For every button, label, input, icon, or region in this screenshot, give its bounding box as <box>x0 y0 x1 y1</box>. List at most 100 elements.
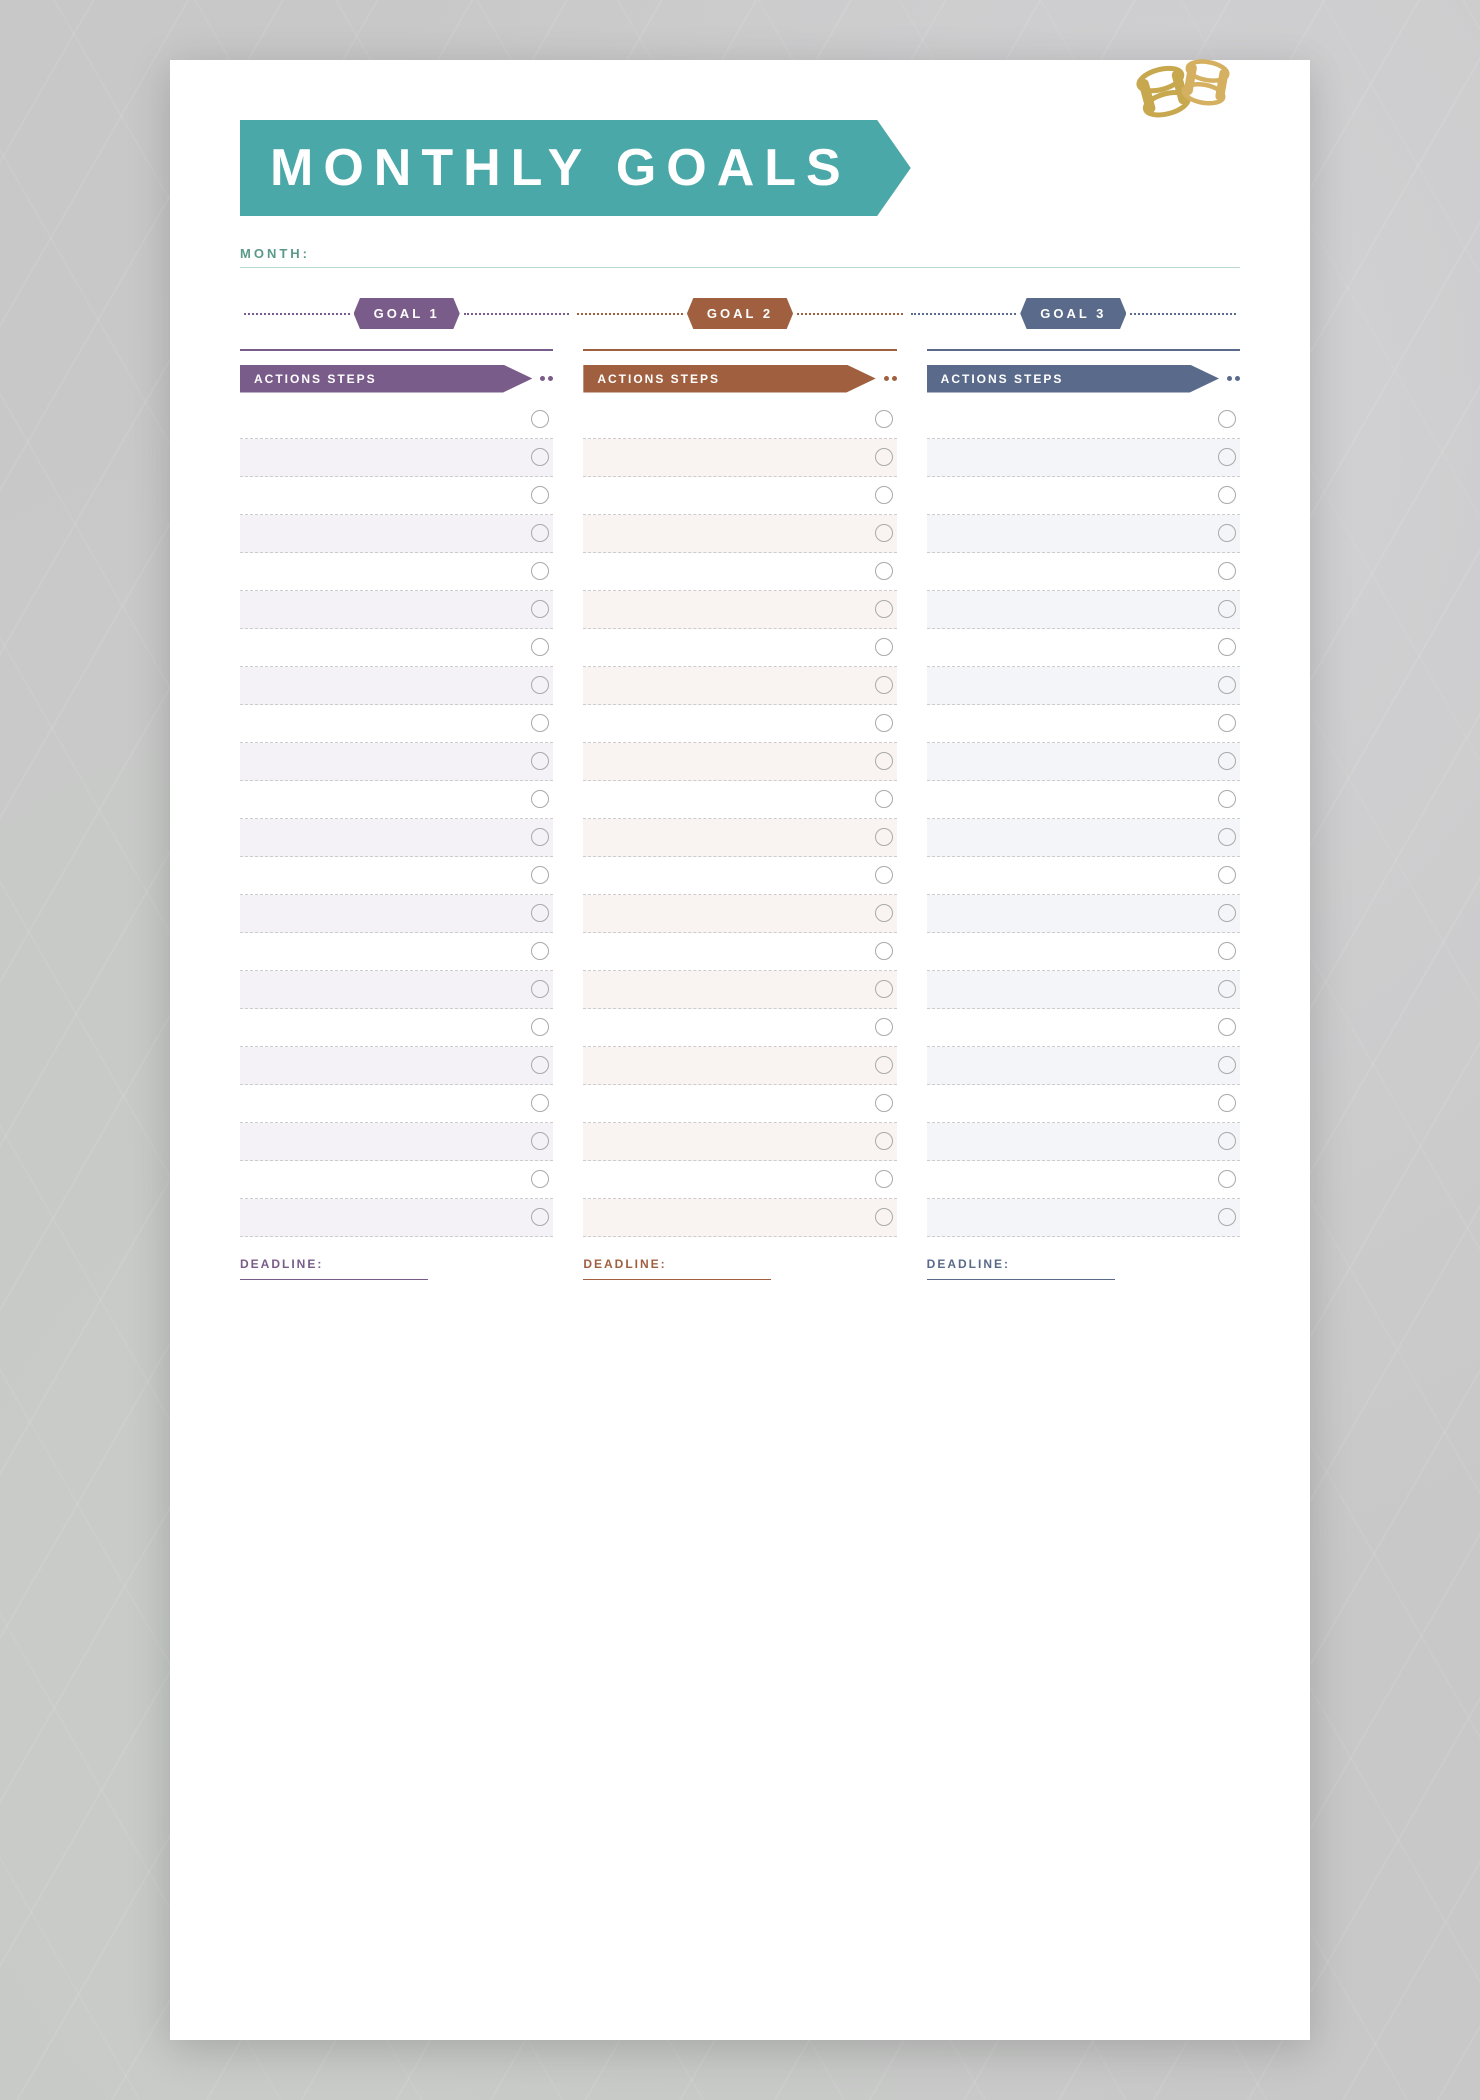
col3-row-2[interactable] <box>927 439 1240 477</box>
col3-row-19[interactable] <box>927 1085 1240 1123</box>
col1-check-15[interactable] <box>531 942 549 960</box>
col1-check-22[interactable] <box>531 1208 549 1226</box>
col3-row-10[interactable] <box>927 743 1240 781</box>
col2-row-4[interactable] <box>583 515 896 553</box>
col2-check-14[interactable] <box>875 904 893 922</box>
col3-row-5[interactable] <box>927 553 1240 591</box>
col2-row-9[interactable] <box>583 705 896 743</box>
col1-row-18[interactable] <box>240 1047 553 1085</box>
col2-check-15[interactable] <box>875 942 893 960</box>
col1-row-6[interactable] <box>240 591 553 629</box>
col2-row-21[interactable] <box>583 1161 896 1199</box>
col1-row-9[interactable] <box>240 705 553 743</box>
col3-row-15[interactable] <box>927 933 1240 971</box>
col2-row-11[interactable] <box>583 781 896 819</box>
col2-check-20[interactable] <box>875 1132 893 1150</box>
col3-check-4[interactable] <box>1218 524 1236 542</box>
col3-check-22[interactable] <box>1218 1208 1236 1226</box>
col3-check-7[interactable] <box>1218 638 1236 656</box>
col1-check-9[interactable] <box>531 714 549 732</box>
col3-check-18[interactable] <box>1218 1056 1236 1074</box>
col3-check-8[interactable] <box>1218 676 1236 694</box>
col3-check-1[interactable] <box>1218 410 1236 428</box>
col2-row-16[interactable] <box>583 971 896 1009</box>
col1-check-3[interactable] <box>531 486 549 504</box>
col1-row-11[interactable] <box>240 781 553 819</box>
col1-check-6[interactable] <box>531 600 549 618</box>
col1-check-1[interactable] <box>531 410 549 428</box>
col3-row-9[interactable] <box>927 705 1240 743</box>
col2-check-5[interactable] <box>875 562 893 580</box>
col1-row-4[interactable] <box>240 515 553 553</box>
col1-check-2[interactable] <box>531 448 549 466</box>
col3-check-16[interactable] <box>1218 980 1236 998</box>
col3-check-13[interactable] <box>1218 866 1236 884</box>
col2-row-10[interactable] <box>583 743 896 781</box>
col2-row-20[interactable] <box>583 1123 896 1161</box>
col1-check-20[interactable] <box>531 1132 549 1150</box>
col3-check-20[interactable] <box>1218 1132 1236 1150</box>
col2-row-7[interactable] <box>583 629 896 667</box>
col3-check-5[interactable] <box>1218 562 1236 580</box>
col2-row-1[interactable] <box>583 401 896 439</box>
col1-check-4[interactable] <box>531 524 549 542</box>
col3-row-1[interactable] <box>927 401 1240 439</box>
col3-row-11[interactable] <box>927 781 1240 819</box>
col2-row-19[interactable] <box>583 1085 896 1123</box>
col3-row-17[interactable] <box>927 1009 1240 1047</box>
col2-check-1[interactable] <box>875 410 893 428</box>
col3-check-21[interactable] <box>1218 1170 1236 1188</box>
col2-check-19[interactable] <box>875 1094 893 1112</box>
col2-check-10[interactable] <box>875 752 893 770</box>
col3-row-16[interactable] <box>927 971 1240 1009</box>
col3-check-19[interactable] <box>1218 1094 1236 1112</box>
col1-row-19[interactable] <box>240 1085 553 1123</box>
col2-row-17[interactable] <box>583 1009 896 1047</box>
col1-row-16[interactable] <box>240 971 553 1009</box>
col3-row-14[interactable] <box>927 895 1240 933</box>
col1-check-12[interactable] <box>531 828 549 846</box>
col3-row-4[interactable] <box>927 515 1240 553</box>
col2-row-13[interactable] <box>583 857 896 895</box>
col3-row-18[interactable] <box>927 1047 1240 1085</box>
col1-row-10[interactable] <box>240 743 553 781</box>
col1-check-18[interactable] <box>531 1056 549 1074</box>
col1-check-16[interactable] <box>531 980 549 998</box>
col3-check-6[interactable] <box>1218 600 1236 618</box>
col3-row-6[interactable] <box>927 591 1240 629</box>
col2-row-14[interactable] <box>583 895 896 933</box>
col3-check-10[interactable] <box>1218 752 1236 770</box>
col3-row-13[interactable] <box>927 857 1240 895</box>
col2-check-6[interactable] <box>875 600 893 618</box>
col2-row-2[interactable] <box>583 439 896 477</box>
col2-check-7[interactable] <box>875 638 893 656</box>
col1-check-10[interactable] <box>531 752 549 770</box>
col1-row-5[interactable] <box>240 553 553 591</box>
col1-row-2[interactable] <box>240 439 553 477</box>
col2-check-21[interactable] <box>875 1170 893 1188</box>
col1-row-14[interactable] <box>240 895 553 933</box>
col1-check-7[interactable] <box>531 638 549 656</box>
col2-check-9[interactable] <box>875 714 893 732</box>
col3-check-17[interactable] <box>1218 1018 1236 1036</box>
col1-check-13[interactable] <box>531 866 549 884</box>
col2-row-6[interactable] <box>583 591 896 629</box>
col1-row-7[interactable] <box>240 629 553 667</box>
col3-check-2[interactable] <box>1218 448 1236 466</box>
col2-check-12[interactable] <box>875 828 893 846</box>
col2-check-17[interactable] <box>875 1018 893 1036</box>
col2-row-15[interactable] <box>583 933 896 971</box>
col2-row-22[interactable] <box>583 1199 896 1237</box>
col3-check-15[interactable] <box>1218 942 1236 960</box>
col3-row-3[interactable] <box>927 477 1240 515</box>
col1-row-22[interactable] <box>240 1199 553 1237</box>
col3-check-3[interactable] <box>1218 486 1236 504</box>
col2-check-13[interactable] <box>875 866 893 884</box>
col1-row-15[interactable] <box>240 933 553 971</box>
col2-check-4[interactable] <box>875 524 893 542</box>
col1-check-21[interactable] <box>531 1170 549 1188</box>
col1-check-5[interactable] <box>531 562 549 580</box>
col1-check-11[interactable] <box>531 790 549 808</box>
col3-check-14[interactable] <box>1218 904 1236 922</box>
col2-row-3[interactable] <box>583 477 896 515</box>
